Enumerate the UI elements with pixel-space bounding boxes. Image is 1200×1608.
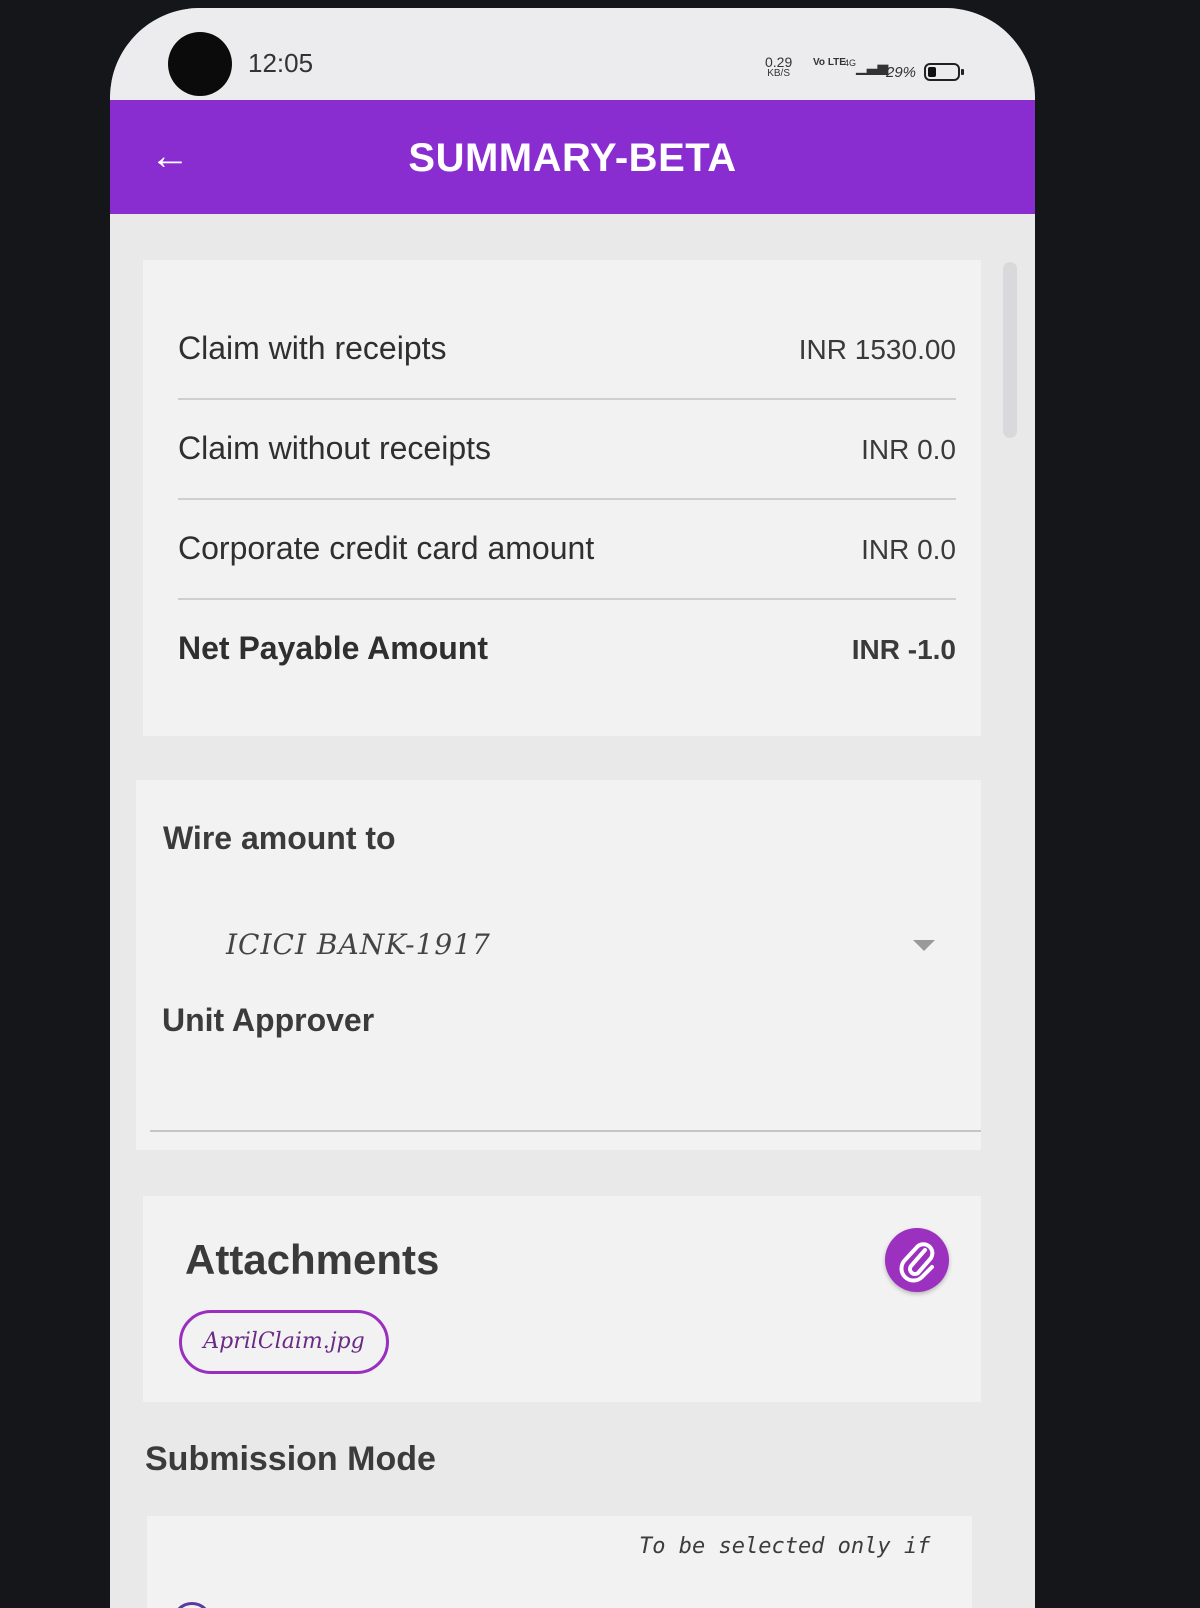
signal-type: 4G [844, 58, 857, 68]
row-value: INR 0.0 [861, 534, 956, 565]
wire-amount-label: Wire amount to [163, 820, 396, 856]
summary-row-claim-without-receipts: Claim without receipts INR 0.0 [178, 400, 956, 500]
unit-approver-label: Unit Approver [162, 1002, 375, 1038]
attachment-chip[interactable]: AprilClaim.jpg [179, 1310, 389, 1374]
submission-note: To be selected only if [639, 1534, 931, 1559]
row-label: Net Payable Amount [178, 630, 488, 666]
wire-card: Wire amount to ICICI BANK-1917 Unit Appr… [136, 780, 981, 1150]
row-label: Claim without receipts [178, 430, 491, 466]
bank-select-value: ICICI BANK-1917 [226, 928, 491, 961]
unit-approver-field[interactable] [150, 1070, 981, 1128]
summary-row-net-payable: Net Payable Amount INR -1.0 [178, 600, 956, 700]
battery-icon [924, 63, 964, 81]
caret-down-icon [913, 940, 935, 951]
attachments-card: Attachments AprilClaim.jpg [143, 1196, 981, 1402]
row-label: Claim with receipts [178, 330, 447, 366]
battery-percent: 29% [886, 64, 917, 81]
phone-screen: 12:05 0.29 KB/S Vo LTE 4G▁▃▅ 29% ← SUMMA… [110, 8, 1035, 1608]
attachments-title: Attachments [185, 1236, 440, 1283]
summary-card: Claim with receipts INR 1530.00 Claim wi… [143, 260, 981, 736]
network-speed: 0.29 KB/S [765, 55, 792, 80]
app-bar: ← SUMMARY-BETA [110, 100, 1035, 214]
paperclip-icon [899, 1242, 935, 1283]
summary-row-corporate-card: Corporate credit card amount INR 0.0 [178, 500, 956, 600]
submission-radio[interactable] [172, 1602, 212, 1608]
submission-mode-card: To be selected only if [147, 1516, 972, 1608]
status-time: 12:05 [248, 48, 314, 78]
attach-file-button[interactable] [885, 1228, 949, 1292]
status-bar: 12:05 0.29 KB/S Vo LTE 4G▁▃▅ 29% [110, 8, 1035, 106]
row-label: Corporate credit card amount [178, 530, 595, 566]
scrollbar[interactable] [1003, 262, 1017, 438]
summary-row-claim-with-receipts: Claim with receipts INR 1530.00 [178, 300, 956, 400]
row-value: INR 0.0 [861, 434, 956, 465]
front-camera [168, 32, 232, 96]
submission-mode-title: Submission Mode [145, 1440, 436, 1478]
page-title: SUMMARY-BETA [408, 136, 737, 180]
bank-select[interactable]: ICICI BANK-1917 [196, 910, 961, 980]
row-value: INR 1530.00 [798, 334, 956, 365]
unit-approver-underline [150, 1130, 981, 1132]
row-value: INR -1.0 [851, 634, 956, 665]
signal-icon: 4G▁▃▅ [844, 58, 889, 75]
volte-icon: Vo LTE [813, 57, 846, 68]
battery-level [928, 67, 936, 77]
network-speed-unit: KB/S [767, 68, 791, 79]
